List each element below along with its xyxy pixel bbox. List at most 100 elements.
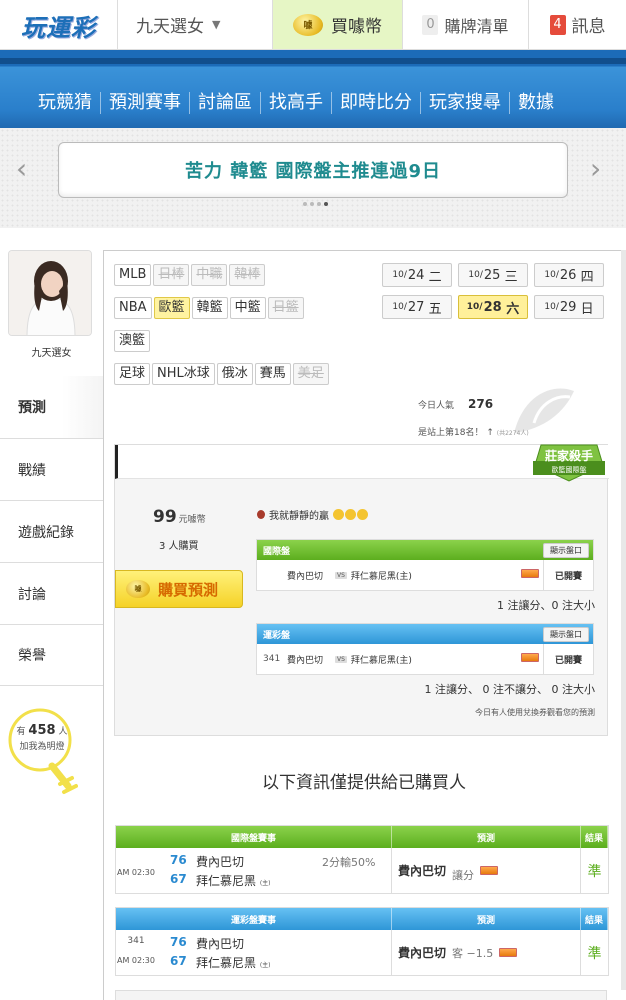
buy-coin-label: 買噱幣 — [331, 17, 382, 37]
result-outcome: 準 — [587, 863, 602, 880]
cart-button[interactable]: 0 購牌清單 — [403, 0, 529, 49]
carousel-next-icon[interactable]: › — [590, 152, 601, 185]
intl-odds-header: 國際盤 顯示盤口 — [257, 540, 593, 560]
league-tab[interactable]: 韓籃 — [191, 297, 228, 319]
carousel-dot[interactable] — [303, 202, 307, 206]
promo-carousel: ‹ 苦力 韓籃 國際盤主推連過9日 › — [0, 128, 626, 228]
league-tab[interactable]: MLB — [114, 264, 152, 286]
smile-icon — [333, 509, 345, 520]
lottery-odds-header: 運彩盤 顯示盤口 — [257, 624, 593, 644]
sidebar-item-discuss[interactable]: 討論 — [0, 562, 103, 624]
carousel-prev-icon[interactable]: ‹ — [16, 152, 27, 185]
league-tab: 韓棒 — [229, 264, 266, 286]
messages-button[interactable]: 4 訊息 — [529, 0, 626, 49]
intl-odds-box: 國際盤 顯示盤口 費內巴切 VS 拜仁慕尼黑(主) 已開賽 — [256, 539, 594, 591]
page-scrollbar[interactable] — [621, 250, 626, 990]
vs-icon: VS — [335, 571, 347, 579]
pick-marker-icon — [520, 653, 539, 662]
league-tab[interactable]: 中籃 — [229, 297, 266, 319]
buy-prediction-button[interactable]: 噱 購買預測 — [115, 570, 243, 608]
messages-label: 訊息 — [571, 17, 606, 37]
date-button[interactable]: 10/29 日 — [534, 295, 604, 319]
team-away: 費內巴切 — [287, 655, 324, 666]
show-odds-button[interactable]: 顯示盤口 — [543, 542, 589, 558]
lottery-summary: 1 注讓分、 0 注不讓分、 0 注大小 — [424, 683, 595, 696]
cart-count-badge: 0 — [422, 14, 439, 35]
fan-count: 有 458 人 加我為明燈 — [16, 723, 68, 752]
nav-stripe — [0, 58, 626, 64]
league-tab[interactable]: 足球 — [114, 363, 151, 385]
cart-label: 購牌清單 — [444, 16, 509, 36]
date-button[interactable]: 10/24 二 — [382, 263, 452, 287]
coin-icon: 噱 — [126, 580, 150, 598]
lottery-result-table: 運彩盤賽事 預測 結果 341 AM 02:30 76 費內巴切 67 拜仁慕尼… — [115, 907, 609, 976]
lottery-odds-box: 運彩盤 顯示盤口 341 費內巴切 VS 拜仁慕尼黑(主) 已開賽 — [256, 623, 594, 675]
intl-match-row: 費內巴切 VS 拜仁慕尼黑(主) 已開賽 — [257, 560, 593, 590]
team-away: 費內巴切 — [287, 571, 324, 582]
match-time: AM 02:30 — [117, 868, 155, 877]
team-away: 費內巴切 — [196, 937, 245, 951]
nav-item-predict[interactable]: 預測賽事 — [101, 92, 190, 114]
league-tab: 日籃 — [267, 297, 304, 319]
date-button[interactable]: 10/27 五 — [382, 295, 452, 319]
carousel-dot-active[interactable] — [324, 202, 328, 206]
promo-banner[interactable]: 苦力 韓籃 國際盤主推連過9日 — [58, 142, 568, 198]
coin-icon: 噱 — [293, 13, 323, 36]
apple-icon — [257, 510, 265, 519]
site-rank: 是站上第18名！ ↑ (共2274人) — [418, 428, 529, 438]
team-home: 拜仁慕尼黑(主) — [350, 571, 412, 582]
date-button[interactable]: 10/25 三 — [458, 263, 528, 287]
pick-team: 費內巴切 — [398, 946, 447, 960]
nav-item-live-score[interactable]: 即時比分 — [332, 92, 421, 114]
buy-coin-button[interactable]: 噱 買噱幣 — [273, 0, 403, 49]
sidebar-item-label: 遊戲紀錄 — [18, 524, 74, 541]
sidebar-item-label: 榮譽 — [18, 648, 46, 664]
sidebar-item-honors[interactable]: 榮譽 — [0, 624, 103, 686]
nav-item-forum[interactable]: 討論區 — [190, 92, 261, 114]
nav-item-player-search[interactable]: 玩家搜尋 — [421, 92, 510, 114]
badge-subtitle: 歐籃國際盤 — [552, 465, 587, 474]
main-nav: 玩競猜 預測賽事 討論區 找高手 即時比分 玩家搜尋 數據 — [0, 50, 626, 128]
league-tab[interactable]: NBA — [114, 297, 152, 319]
sidebar-item-game-history[interactable]: 遊戲紀錄 — [0, 500, 103, 562]
site-logo[interactable]: 玩運彩 — [0, 0, 118, 50]
league-tab[interactable]: 賽馬 — [254, 363, 291, 385]
team-home: 拜仁慕尼黑 (主) — [196, 956, 271, 970]
match-status: 已開賽 — [542, 560, 593, 590]
exchange-note: 今日有人使用兌換券觀看您的預測 — [475, 708, 595, 717]
intl-result-table: 國際盤賽事 預測 結果 AM 02:30 76 費內巴切 2分輸50% 67 拜… — [115, 825, 609, 894]
pick-type: 客 −1.5 — [452, 946, 494, 960]
match-time: AM 02:30 — [117, 956, 155, 965]
carousel-dot[interactable] — [310, 202, 314, 206]
team-away: 費內巴切 — [196, 855, 245, 869]
league-tab: 中職 — [191, 264, 228, 286]
league-tab[interactable]: 歐籃 — [153, 297, 190, 319]
avatar[interactable] — [8, 250, 92, 336]
league-tab[interactable]: NHL冰球 — [152, 363, 215, 385]
next-section-bar — [115, 990, 607, 1000]
table-header: 國際盤賽事 預測 結果 — [116, 826, 608, 848]
intl-summary: 1 注讓分、0 注大小 — [497, 599, 595, 612]
user-menu[interactable]: 九天選女 ▼ — [118, 0, 273, 49]
score-home: 67 — [170, 954, 187, 968]
sidebar-item-record[interactable]: 戰績 — [0, 438, 103, 500]
league-tab[interactable]: 澳籃 — [114, 330, 151, 352]
sidebar-item-predict[interactable]: 預測 — [0, 376, 103, 438]
sidebar-item-label: 預測 — [18, 400, 46, 416]
result-outcome: 準 — [587, 945, 602, 962]
match-status: 已開賽 — [542, 644, 593, 674]
profile-name: 九天選女 — [31, 348, 72, 359]
show-odds-button[interactable]: 顯示盤口 — [543, 626, 589, 642]
nav-item-guess[interactable]: 玩競猜 — [30, 92, 101, 114]
nav-item-data[interactable]: 數據 — [510, 92, 562, 114]
nav-item-experts[interactable]: 找高手 — [261, 92, 332, 114]
carousel-dot[interactable] — [317, 202, 321, 206]
lottery-match-row: 341 費內巴切 VS 拜仁慕尼黑(主) 已開賽 — [257, 644, 593, 674]
date-button[interactable]: 10/28 六 — [458, 295, 528, 319]
fan-lamp-button[interactable]: 有 458 人 加我為明燈 — [6, 708, 78, 798]
popularity-today: 今日人氣 276 — [418, 397, 494, 411]
date-button[interactable]: 10/26 四 — [534, 263, 604, 287]
buy-prediction-label: 購買預測 — [158, 580, 219, 599]
league-tab[interactable]: 俄冰 — [216, 363, 253, 385]
caret-down-icon: ▼ — [212, 18, 221, 31]
